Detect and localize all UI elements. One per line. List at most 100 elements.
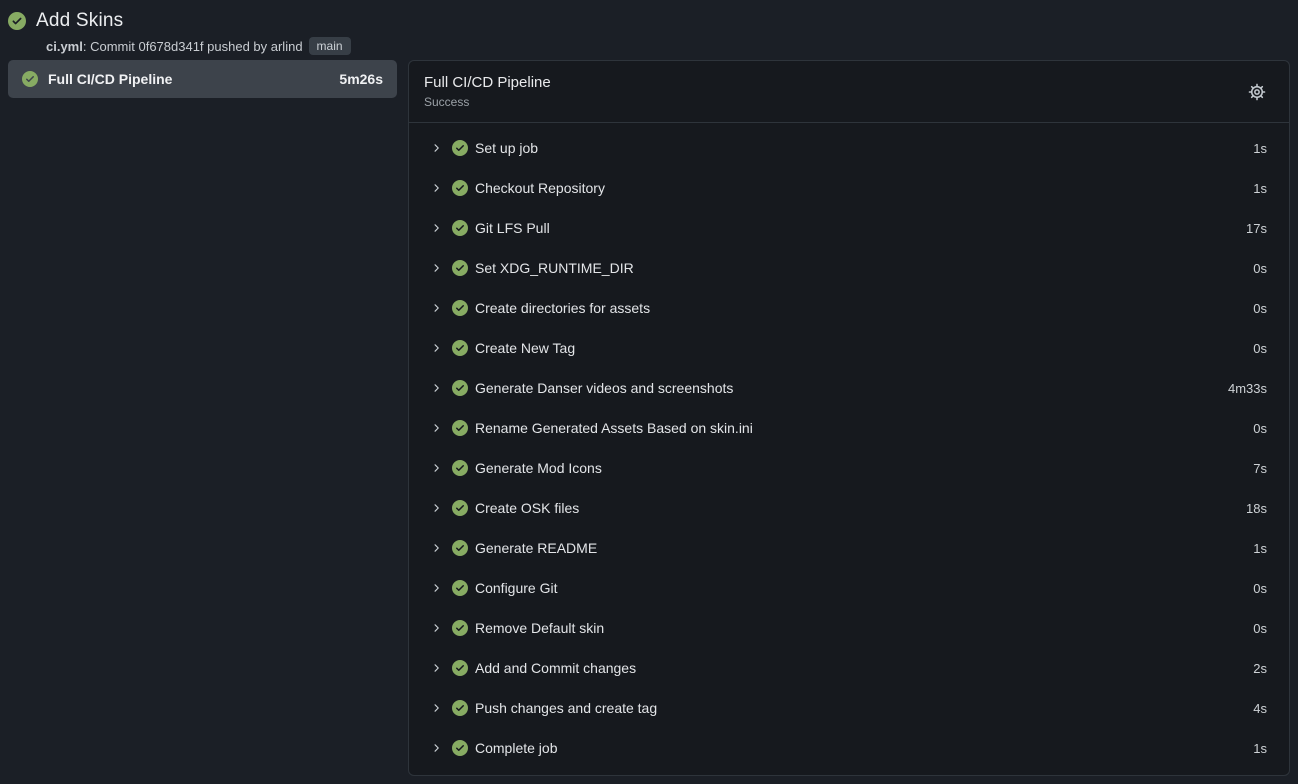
job-item-full-pipeline[interactable]: Full CI/CD Pipeline 5m26s	[8, 60, 397, 98]
step-row[interactable]: Push changes and create tag 4s	[409, 688, 1289, 728]
step-row[interactable]: Add and Commit changes 2s	[409, 648, 1289, 688]
step-name: Checkout Repository	[475, 180, 605, 196]
step-row[interactable]: Complete job 1s	[409, 728, 1289, 768]
step-list: Set up job 1s Checkout Repository 1s G	[409, 123, 1289, 776]
check-circle-icon	[452, 220, 468, 236]
step-name: Set XDG_RUNTIME_DIR	[475, 260, 634, 276]
check-circle-icon	[452, 340, 468, 356]
check-circle-icon	[452, 740, 468, 756]
check-circle-icon	[452, 580, 468, 596]
chevron-right-icon	[430, 662, 442, 674]
chevron-right-icon	[430, 222, 442, 234]
step-name: Rename Generated Assets Based on skin.in…	[475, 420, 753, 436]
check-circle-icon	[452, 460, 468, 476]
chevron-right-icon	[430, 182, 442, 194]
step-row[interactable]: Checkout Repository 1s	[409, 168, 1289, 208]
check-circle-icon	[452, 420, 468, 436]
step-name: Create directories for assets	[475, 300, 650, 316]
step-row[interactable]: Create directories for assets 0s	[409, 288, 1289, 328]
step-row[interactable]: Generate README 1s	[409, 528, 1289, 568]
run-title-row: Add Skins	[8, 8, 1290, 34]
chevron-right-icon	[430, 262, 442, 274]
step-duration: 4m33s	[1228, 381, 1267, 396]
panel-title: Full CI/CD Pipeline	[424, 73, 551, 93]
step-name: Set up job	[475, 140, 538, 156]
step-name: Push changes and create tag	[475, 700, 657, 716]
step-duration: 4s	[1253, 701, 1267, 716]
job-sidebar: Full CI/CD Pipeline 5m26s	[8, 60, 397, 98]
chevron-right-icon	[430, 142, 442, 154]
step-duration: 0s	[1253, 341, 1267, 356]
step-name: Git LFS Pull	[475, 220, 550, 236]
chevron-right-icon	[430, 422, 442, 434]
step-duration: 0s	[1253, 421, 1267, 436]
chevron-right-icon	[430, 702, 442, 714]
chevron-right-icon	[430, 622, 442, 634]
step-row[interactable]: Remove Default skin 0s	[409, 608, 1289, 648]
job-detail-panel: Full CI/CD Pipeline Success	[408, 60, 1290, 776]
step-duration: 2s	[1253, 661, 1267, 676]
gear-icon[interactable]	[1245, 80, 1269, 104]
step-duration: 0s	[1253, 621, 1267, 636]
check-circle-icon	[22, 71, 38, 87]
step-row[interactable]: Generate Danser videos and screenshots 4…	[409, 368, 1289, 408]
actions-run-page: Add Skins ci.yml: Commit 0f678d341f push…	[8, 8, 1290, 776]
job-duration: 5m26s	[339, 71, 383, 87]
check-circle-icon	[452, 300, 468, 316]
check-circle-icon	[452, 700, 468, 716]
chevron-right-icon	[430, 302, 442, 314]
step-duration: 0s	[1253, 301, 1267, 316]
panel-header: Full CI/CD Pipeline Success	[409, 61, 1289, 123]
step-name: Remove Default skin	[475, 620, 604, 636]
step-name: Create OSK files	[475, 500, 579, 516]
chevron-right-icon	[430, 342, 442, 354]
step-row[interactable]: Set XDG_RUNTIME_DIR 0s	[409, 248, 1289, 288]
workflow-file-label: ci.yml: Commit 0f678d341f pushed by arli…	[46, 39, 303, 54]
check-circle-icon	[452, 620, 468, 636]
run-title: Add Skins	[36, 10, 123, 32]
step-duration: 17s	[1246, 221, 1267, 236]
check-circle-icon	[452, 180, 468, 196]
step-duration: 1s	[1253, 141, 1267, 156]
run-content: Full CI/CD Pipeline 5m26s Full CI/CD Pip…	[8, 60, 1290, 776]
check-circle-icon	[452, 380, 468, 396]
step-row[interactable]: Git LFS Pull 17s	[409, 208, 1289, 248]
check-circle-icon	[452, 500, 468, 516]
step-duration: 0s	[1253, 581, 1267, 596]
run-meta: ci.yml: Commit 0f678d341f pushed by arli…	[46, 37, 1290, 55]
panel-header-text: Full CI/CD Pipeline Success	[424, 73, 551, 110]
step-duration: 1s	[1253, 741, 1267, 756]
step-name: Create New Tag	[475, 340, 575, 356]
chevron-right-icon	[430, 742, 442, 754]
chevron-right-icon	[430, 382, 442, 394]
run-header: Add Skins ci.yml: Commit 0f678d341f push…	[8, 8, 1290, 52]
step-name: Generate Mod Icons	[475, 460, 602, 476]
step-name: Generate README	[475, 540, 597, 556]
step-duration: 1s	[1253, 541, 1267, 556]
chevron-right-icon	[430, 462, 442, 474]
check-circle-icon	[452, 540, 468, 556]
step-row[interactable]: Create New Tag 0s	[409, 328, 1289, 368]
panel-status-label: Success	[424, 95, 551, 110]
job-name: Full CI/CD Pipeline	[48, 71, 172, 87]
step-duration: 0s	[1253, 261, 1267, 276]
step-row[interactable]: Configure Git 0s	[409, 568, 1289, 608]
step-row[interactable]: Rename Generated Assets Based on skin.in…	[409, 408, 1289, 448]
branch-badge[interactable]: main	[309, 37, 351, 55]
step-name: Configure Git	[475, 580, 557, 596]
step-row[interactable]: Generate Mod Icons 7s	[409, 448, 1289, 488]
check-circle-icon	[452, 140, 468, 156]
chevron-right-icon	[430, 582, 442, 594]
step-name: Add and Commit changes	[475, 660, 636, 676]
step-name: Generate Danser videos and screenshots	[475, 380, 733, 396]
check-circle-icon	[8, 12, 26, 30]
step-duration: 18s	[1246, 501, 1267, 516]
step-name: Complete job	[475, 740, 558, 756]
step-row[interactable]: Set up job 1s	[409, 128, 1289, 168]
chevron-right-icon	[430, 542, 442, 554]
check-circle-icon	[452, 660, 468, 676]
step-duration: 1s	[1253, 181, 1267, 196]
step-duration: 7s	[1253, 461, 1267, 476]
step-row[interactable]: Create OSK files 18s	[409, 488, 1289, 528]
check-circle-icon	[452, 260, 468, 276]
